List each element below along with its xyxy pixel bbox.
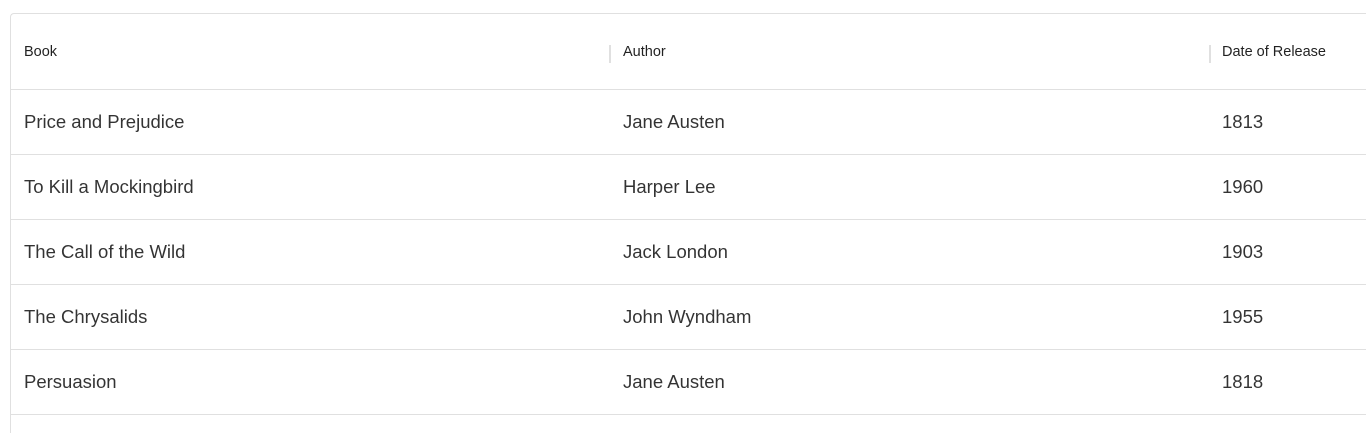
book-cell[interactable]: Price and Prejudice: [24, 90, 184, 154]
table-row[interactable]: The Call of the Wild Jack London 1903: [11, 220, 1366, 285]
table-row[interactable]: The Chrysalids John Wyndham 1955: [11, 285, 1366, 350]
author-cell[interactable]: Jack London: [623, 220, 728, 284]
release-date-cell[interactable]: 1903: [1222, 220, 1263, 284]
column-separator[interactable]: [609, 45, 611, 63]
author-cell[interactable]: Harper Lee: [623, 155, 716, 219]
author-cell[interactable]: Jane Austen: [623, 90, 725, 154]
author-cell[interactable]: John Wyndham: [623, 285, 751, 349]
table-row[interactable]: Persuasion Jane Austen 1818: [11, 350, 1366, 415]
column-header-book[interactable]: Book: [24, 14, 57, 89]
book-cell[interactable]: The Call of the Wild: [24, 220, 185, 284]
book-cell[interactable]: Persuasion: [24, 350, 117, 414]
book-cell[interactable]: To Kill a Mockingbird: [24, 155, 194, 219]
release-date-cell[interactable]: 1818: [1222, 350, 1263, 414]
table-header-row: Book Author Date of Release: [11, 14, 1366, 90]
book-cell[interactable]: The Chrysalids: [24, 285, 147, 349]
books-data-grid: Book Author Date of Release Price and Pr…: [10, 13, 1366, 433]
table-row[interactable]: To Kill a Mockingbird Harper Lee 1960: [11, 155, 1366, 220]
column-header-author[interactable]: Author: [623, 14, 666, 89]
author-cell[interactable]: Jane Austen: [623, 350, 725, 414]
release-date-cell[interactable]: 1813: [1222, 90, 1263, 154]
release-date-cell[interactable]: 1955: [1222, 285, 1263, 349]
table-row[interactable]: Price and Prejudice Jane Austen 1813: [11, 90, 1366, 155]
release-date-cell[interactable]: 1960: [1222, 155, 1263, 219]
column-header-date-of-release[interactable]: Date of Release: [1222, 14, 1326, 89]
column-separator[interactable]: [1209, 45, 1211, 63]
